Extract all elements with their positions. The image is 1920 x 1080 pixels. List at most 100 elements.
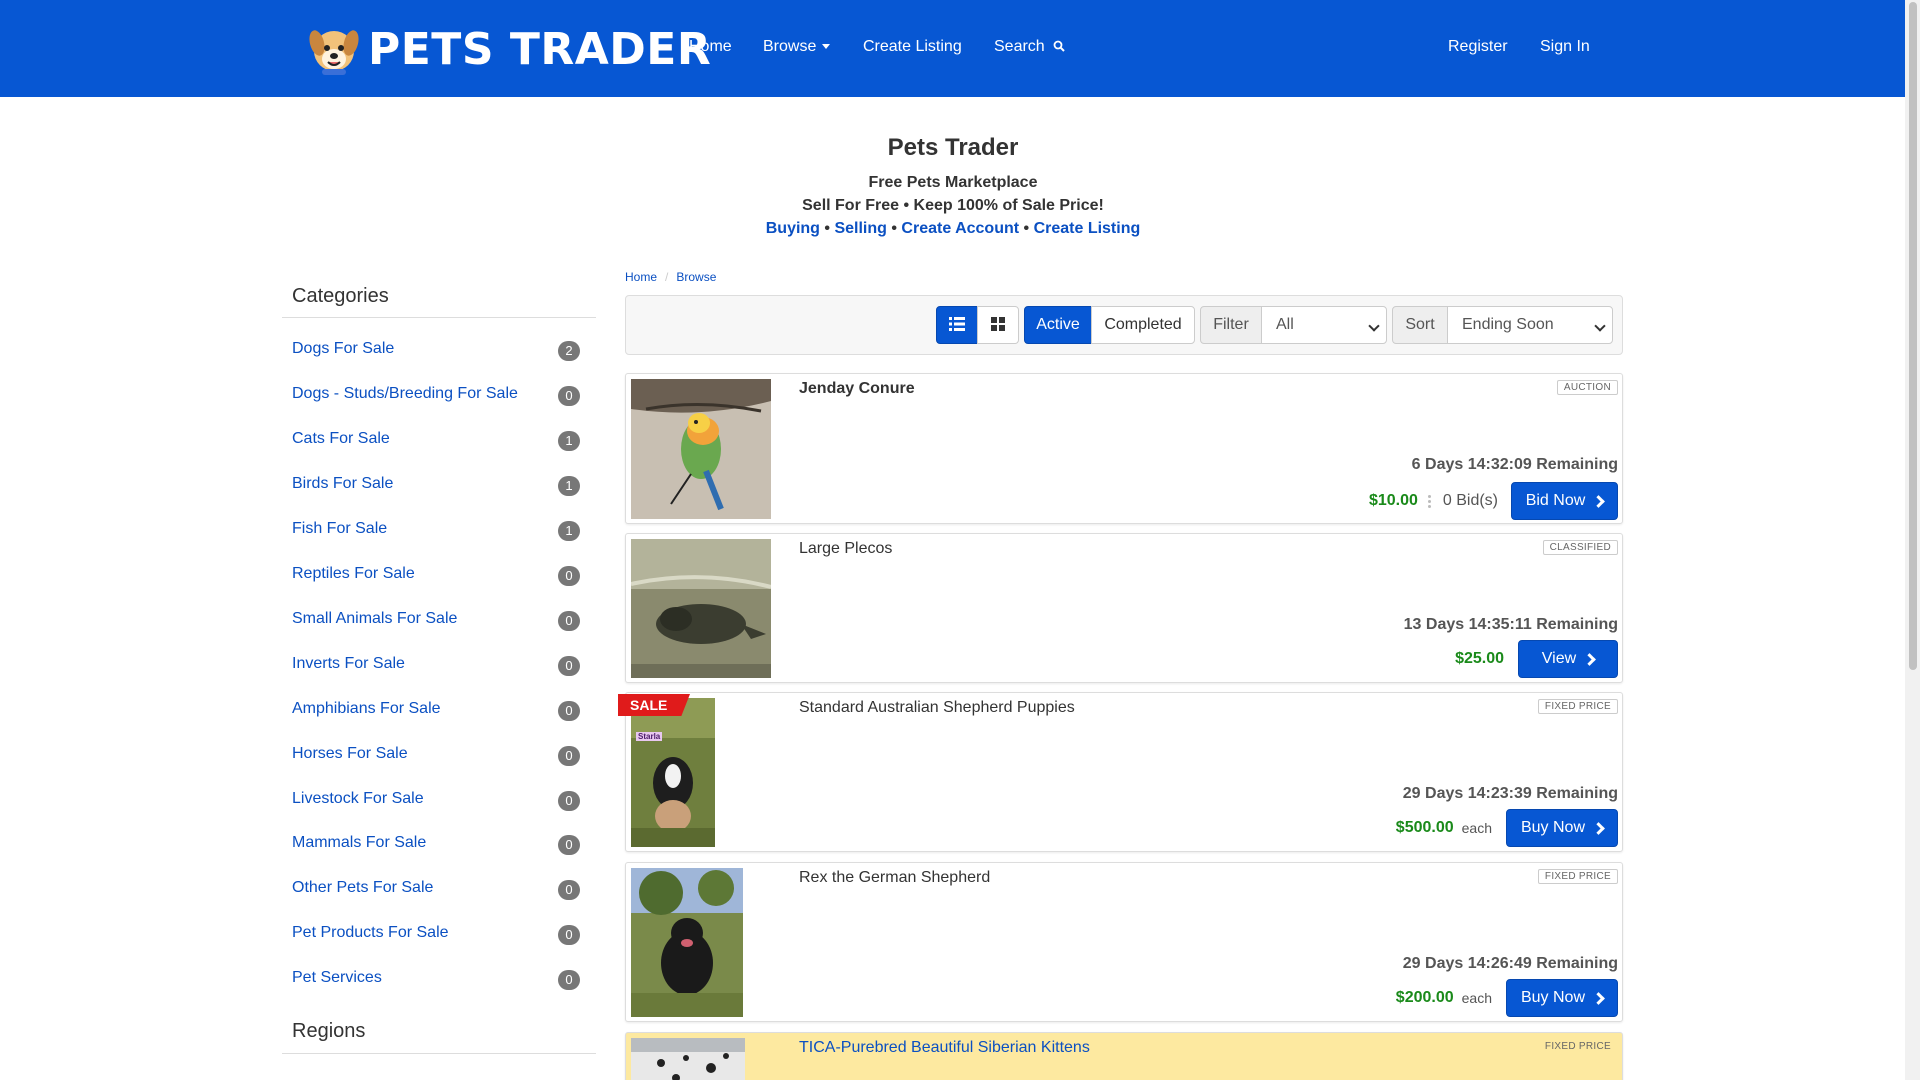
count-badge: 0 [558,566,580,586]
listing-photo[interactable] [631,1038,745,1080]
category-item[interactable]: Mammals For Sale 0 [292,832,582,856]
scrollbar-thumb[interactable] [1909,2,1917,670]
categories-heading: Categories [292,285,389,307]
filter-select-value: All [1276,316,1294,333]
hero-sep: • [1019,220,1034,237]
nav-browse[interactable]: Browse [763,38,831,56]
listing-card-featured: TICA-Purebred Beautiful Siberian Kittens… [625,1032,1623,1080]
count-badge: 0 [558,835,580,855]
listing-price: $10.00 [1368,492,1418,509]
page-scrollbar[interactable] [1905,0,1920,1080]
count-badge: 0 [558,701,580,721]
list-view-button[interactable] [936,306,978,344]
category-item[interactable]: Horses For Sale 0 [292,743,582,767]
category-item[interactable]: Small Animals For Sale 0 [292,608,582,632]
hero-link-create-account[interactable]: Create Account [901,220,1019,237]
category-label: Fish For Sale [292,520,388,537]
photo-caption: Starla [636,732,663,741]
count-badge: 1 [558,521,580,541]
nav-register[interactable]: Register [1448,38,1508,56]
category-item[interactable]: Other Pets For Sale 0 [292,877,582,901]
category-item[interactable]: Livestock For Sale 0 [292,788,582,812]
sort-select-value: Ending Soon [1462,316,1554,333]
breadcrumb: Home / Browse [625,270,716,284]
buy-now-label: Buy Now [1520,989,1586,1006]
filter-select[interactable]: All [1261,306,1387,344]
category-label: Birds For Sale [292,475,394,492]
list-icon [949,317,965,331]
category-label: Dogs - Studs/Breeding For Sale [292,385,518,402]
hero-link-create-listing[interactable]: Create Listing [1034,220,1141,237]
listing-card: SALE Starla Standard Australian Shepherd… [618,692,1623,852]
hero-tagline: Free Pets Marketplace [868,174,1038,191]
active-filter-button[interactable]: Active [1024,306,1092,344]
chevron-right-icon [1592,822,1605,835]
hero-links: Buying • Selling • Create Account • Crea… [600,220,1306,238]
breadcrumb-separator: / [665,270,669,284]
listing-card: Rex the German Shepherd FIXED PRICE 29 D… [625,862,1623,1022]
category-item[interactable]: Birds For Sale 1 [292,473,582,497]
view-button[interactable]: View [1518,640,1618,678]
count-badge: 2 [558,341,580,361]
caret-down-icon [822,44,831,50]
chevron-right-icon [1583,653,1597,666]
grid-view-button[interactable] [977,306,1019,344]
hero-link-selling[interactable]: Selling [834,220,886,237]
buy-now-button[interactable]: Buy Now [1506,979,1618,1017]
listing-type-badge: CLASSIFIED [1542,540,1618,555]
listing-title[interactable]: Standard Australian Shepherd Puppies [799,699,1075,717]
chevron-down-icon [1368,320,1380,332]
category-item[interactable]: Fish For Sale 1 [292,518,582,542]
regions-heading: Regions [292,1020,366,1042]
hero-link-buying[interactable]: Buying [766,220,820,237]
sale-ribbon: SALE [618,694,690,716]
listing-title[interactable]: Rex the German Shepherd [799,869,990,887]
category-item[interactable]: Pet Products For Sale 0 [292,922,582,946]
breadcrumb-browse[interactable]: Browse [676,270,716,284]
listing-card: Large Plecos CLASSIFIED 13 Days 14:35:11… [625,533,1623,683]
site-logo[interactable]: PETS TRADER [308,20,711,78]
count-badge: 0 [558,970,580,990]
category-item[interactable]: Cats For Sale 1 [292,428,582,452]
listing-price: $25.00 [1455,650,1504,667]
page-title: Pets Trader [887,134,1019,161]
hero-sep: • [819,220,835,237]
view-label: View [1541,650,1577,667]
time-remaining: 29 Days 14:26:49 Remaining [1402,955,1618,972]
divider-dots [1427,493,1431,510]
listing-photo[interactable] [631,868,743,1017]
count-badge: 0 [558,791,580,811]
category-label: Horses For Sale [292,745,408,762]
bid-now-button[interactable]: Bid Now [1511,482,1618,520]
listing-title[interactable]: TICA-Purebred Beautiful Siberian Kittens [799,1039,1090,1057]
listing-price: $500.00 [1395,819,1454,836]
listing-card: Jenday Conure AUCTION 6 Days 14:32:09 Re… [625,373,1623,524]
buy-now-button[interactable]: Buy Now [1506,809,1618,847]
nav-sign-in[interactable]: Sign In [1540,38,1590,56]
category-item[interactable]: Inverts For Sale 0 [292,653,582,677]
listing-photo[interactable]: Starla [631,698,715,847]
nav-home[interactable]: Home [689,38,732,56]
time-remaining: 6 Days 14:32:09 Remaining [1411,456,1618,473]
category-item[interactable]: Pet Services 0 [292,967,582,991]
listing-photo[interactable] [631,379,771,519]
category-label: Other Pets For Sale [292,879,434,896]
listing-toolbar: Active Completed Filter All Sort Ending … [625,295,1623,355]
category-item[interactable]: Dogs - Studs/Breeding For Sale 0 [292,383,582,407]
category-item[interactable]: Dogs For Sale 2 [292,338,582,362]
nav-search[interactable]: Search [994,38,1065,56]
nav-create-listing[interactable]: Create Listing [863,38,962,56]
breadcrumb-home[interactable]: Home [625,270,657,284]
count-badge: 1 [558,476,580,496]
count-badge: 0 [558,656,580,676]
category-item[interactable]: Amphibians For Sale 0 [292,698,582,722]
listing-title[interactable]: Large Plecos [799,540,892,558]
listing-type-badge: FIXED PRICE [1544,1041,1611,1052]
listing-title[interactable]: Jenday Conure [799,380,915,398]
category-item[interactable]: Reptiles For Sale 0 [292,563,582,587]
listing-type-badge: AUCTION [1556,380,1618,395]
category-label: Livestock For Sale [292,790,424,807]
listing-photo[interactable] [631,539,771,678]
sort-select[interactable]: Ending Soon [1447,306,1613,344]
completed-filter-button[interactable]: Completed [1091,306,1195,344]
